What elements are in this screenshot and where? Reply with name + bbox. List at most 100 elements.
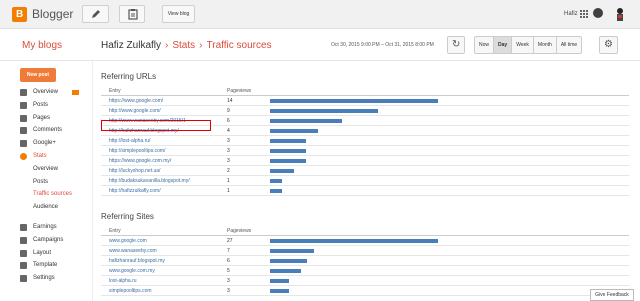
posts-list-button[interactable] <box>119 5 145 23</box>
view-blog-button[interactable]: View blog <box>162 5 195 23</box>
table-row: https://www.google.com/14 <box>101 96 629 106</box>
entry-link[interactable]: www.google.com <box>109 238 147 244</box>
pageviews-bar <box>270 259 307 263</box>
entry-link[interactable]: simplepooltips.com <box>109 288 152 294</box>
pageviews-value: 6 <box>227 258 230 264</box>
pageviews-bar <box>270 239 438 243</box>
entry-link[interactable]: http://www.google.com/ <box>109 108 161 114</box>
sidebar-item-label: Stats <box>33 152 47 159</box>
entry-link[interactable]: http://lost-alpha.ru/ <box>109 138 150 144</box>
sidebar-item-posts[interactable]: Posts <box>20 99 80 112</box>
sidebar-item-label: Layout <box>33 249 52 256</box>
sidebar-subitem-audience[interactable]: Audience <box>20 201 80 214</box>
refresh-icon: ↻ <box>452 39 461 50</box>
sidebar-item-overview[interactable]: Overview <box>20 86 80 99</box>
table-header: Entry Pageviews <box>101 87 629 96</box>
pageviews-value: 6 <box>227 118 230 124</box>
stats-icon <box>20 152 27 160</box>
sidebar-item-pages[interactable]: Pages <box>20 112 80 125</box>
range-tab-all-time[interactable]: All time <box>556 37 582 53</box>
range-tab-month[interactable]: Month <box>533 37 557 53</box>
table-row: www.wanaseeby.com 7 <box>101 246 629 256</box>
new-post-button[interactable]: New post <box>20 68 56 82</box>
entry-link[interactable]: www.wanaseeby.com <box>109 248 157 254</box>
range-tab-week[interactable]: Week <box>512 37 534 53</box>
comments-icon <box>20 127 27 135</box>
pageviews-value: 5 <box>227 268 230 274</box>
pageviews-bar <box>270 99 438 103</box>
sidebar-divider <box>92 61 93 301</box>
referring-urls-table: Entry Pageviews https://www.google.com/1… <box>101 87 629 196</box>
my-blogs-link[interactable]: My blogs <box>22 40 62 51</box>
new-post-pencil-button[interactable] <box>82 5 109 23</box>
sidebar-subitem-traffic-sources[interactable]: Traffic sources <box>20 188 80 201</box>
pageviews-bar <box>270 179 282 183</box>
avatar[interactable] <box>613 6 627 22</box>
pencil-icon <box>92 10 100 18</box>
pageviews-bar <box>270 269 301 273</box>
breadcrumb-separator: › <box>165 40 169 51</box>
sidebar-item-label: Template <box>33 262 58 269</box>
pageviews-value: 7 <box>227 248 230 254</box>
sidebar-item-label: Settings <box>33 275 55 282</box>
table-row: http://lost-alpha.ru/3 <box>101 136 629 146</box>
sidebar-item-stats[interactable]: Stats <box>20 150 80 163</box>
blog-owner-name[interactable]: Hafiz Zulkafly <box>101 40 161 51</box>
sidebar-item-campaigns[interactable]: Campaigns <box>20 234 80 247</box>
sidebar-item-template[interactable]: Template <box>20 259 80 272</box>
give-feedback-button[interactable]: Give Feedback <box>590 289 634 301</box>
apps-grid-icon[interactable] <box>580 10 588 18</box>
breadcrumb-stats[interactable]: Stats <box>172 40 195 51</box>
pageviews-value: 1 <box>227 188 230 194</box>
pageviews-value: 3 <box>227 278 230 284</box>
entry-link[interactable]: https://www.google.com.my/ <box>109 158 171 164</box>
sidebar-subitem-overview[interactable]: Overview <box>20 163 80 176</box>
entry-link[interactable]: hafizhanrauf.blogspot.my <box>109 258 165 264</box>
entry-link[interactable]: http://hafizzulkafly.com/ <box>109 188 161 194</box>
home-icon <box>20 89 27 96</box>
table-row: http://luckyshop.net.ua/2 <box>101 166 629 176</box>
pageviews-value: 2 <box>227 168 230 174</box>
sidebar-subitem-posts[interactable]: Posts <box>20 176 80 189</box>
entry-link[interactable]: www.google.com.my <box>109 268 155 274</box>
pageviews-value: 9 <box>227 108 230 114</box>
entry-link[interactable]: http://simplepooltips.com/ <box>109 148 165 154</box>
referring-sites-table: Entry Pageviews www.google.com 27 www.wana… <box>101 227 629 296</box>
table-row: lost-alpha.ru 3 <box>101 276 629 286</box>
pageviews-value: 27 <box>227 238 233 244</box>
sidebar-item-comments[interactable]: Comments <box>20 124 80 137</box>
range-tab-now[interactable]: Now <box>475 37 495 53</box>
table-row: http://simplepooltips.com/3 <box>101 146 629 156</box>
sidebar-item-layout[interactable]: Layout <box>20 247 80 260</box>
breadcrumb-traffic-sources: Traffic sources <box>206 40 272 51</box>
sidebar-item-google-plus[interactable]: Google+ <box>20 137 80 150</box>
entry-link[interactable]: http://budaksukavanilla.blogspot.my/ <box>109 178 190 184</box>
highlight-box <box>101 120 211 131</box>
pageviews-value: 14 <box>227 98 233 104</box>
sidebar-nav: Overview Posts Pages Comments Google+ St… <box>20 86 80 285</box>
brand-name[interactable]: Blogger <box>32 7 73 22</box>
sidebar-item-earnings[interactable]: Earnings <box>20 221 80 234</box>
top-bar: B Blogger View blog Hafiz <box>0 0 640 29</box>
campaigns-icon <box>20 236 27 244</box>
entry-link[interactable]: lost-alpha.ru <box>109 278 137 284</box>
pageviews-value: 1 <box>227 178 230 184</box>
range-tab-day[interactable]: Day <box>494 37 513 53</box>
sidebar-item-label: Comments <box>33 127 63 134</box>
breadcrumb: Hafiz Zulkafly › Stats › Traffic sources <box>101 40 272 52</box>
user-name[interactable]: Hafiz <box>564 11 578 17</box>
pages-icon <box>20 114 27 122</box>
entry-link[interactable]: https://www.google.com/ <box>109 98 163 104</box>
entry-link[interactable]: http://luckyshop.net.ua/ <box>109 168 160 174</box>
pageviews-bar <box>270 279 289 283</box>
table-row: simplepooltips.com 3 <box>101 286 629 296</box>
earnings-icon <box>20 223 27 231</box>
pageviews-bar <box>270 149 306 153</box>
settings-button[interactable]: ⚙ <box>599 36 618 54</box>
sidebar-item-settings[interactable]: Settings <box>20 272 80 285</box>
notifications-icon[interactable] <box>593 8 603 18</box>
refresh-button[interactable]: ↻ <box>447 36 465 54</box>
sidebar-item-label: Google+ <box>33 140 56 147</box>
blogger-logo-icon[interactable]: B <box>12 7 27 22</box>
table-row: http://hafizzulkafly.com/1 <box>101 186 629 196</box>
